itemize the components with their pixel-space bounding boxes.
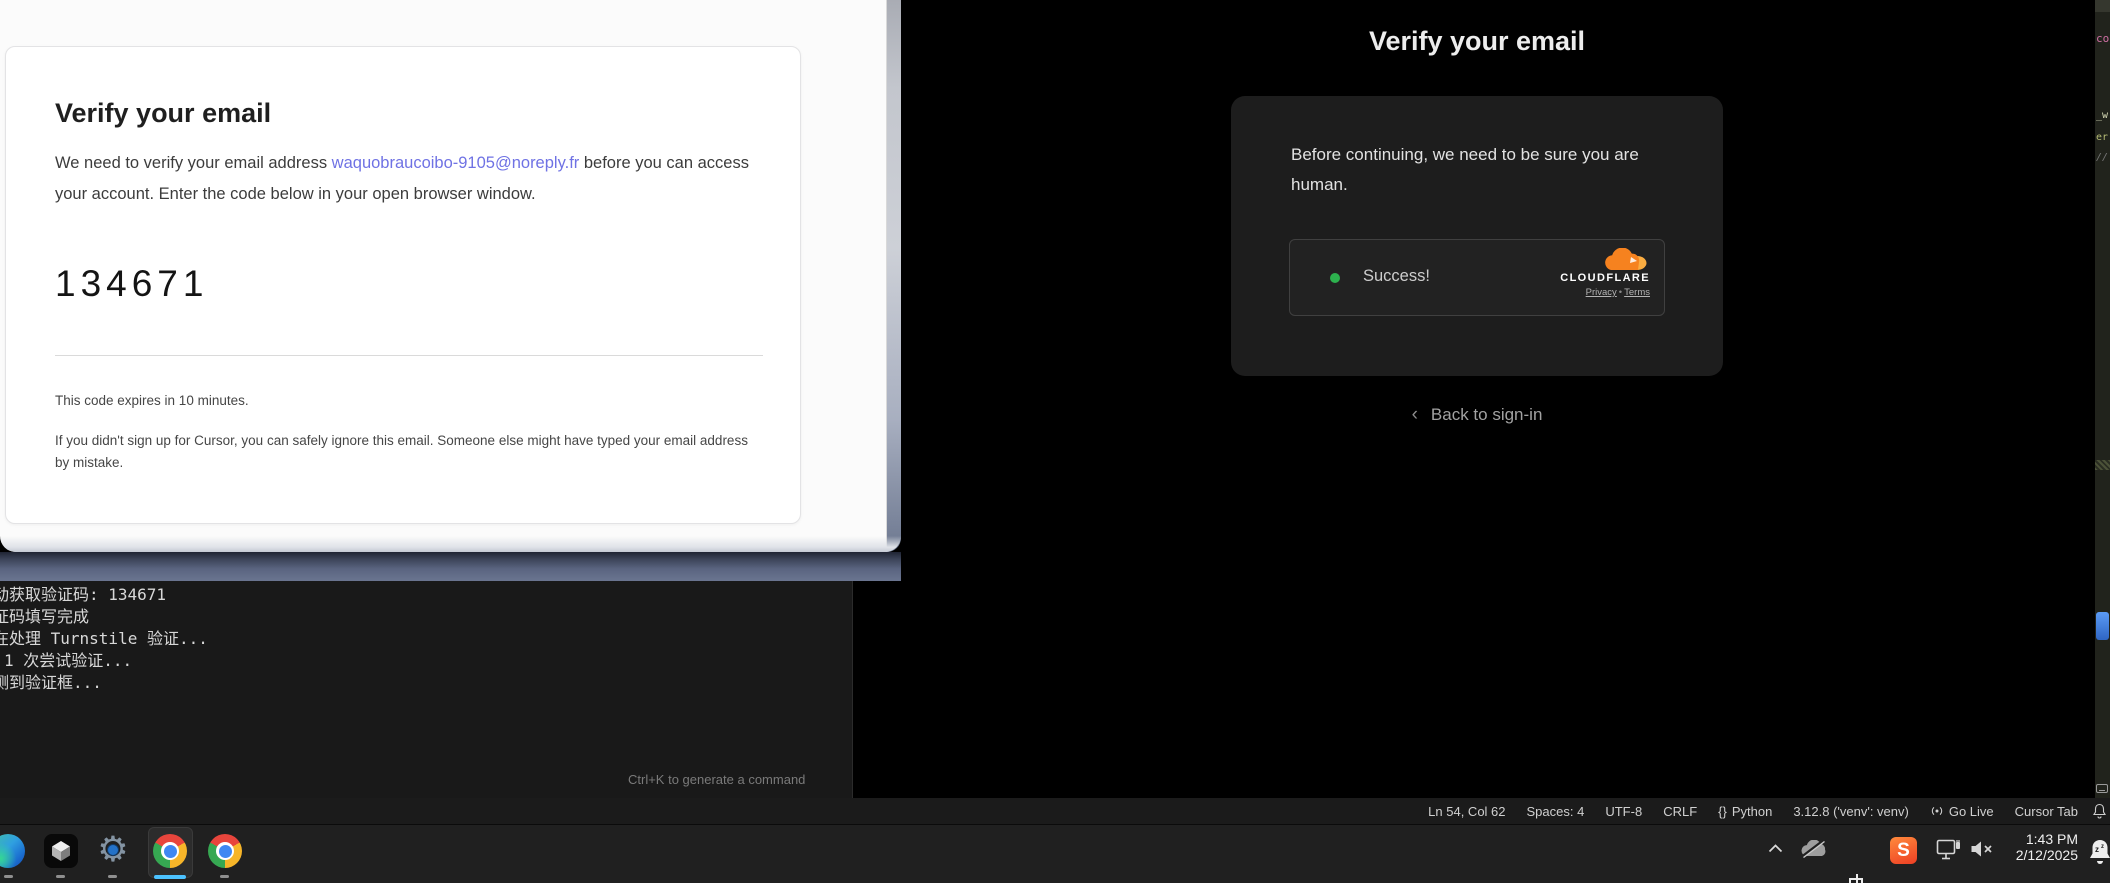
cloudflare-brand: CLOUDFLARE Privacy•Terms bbox=[1540, 248, 1650, 298]
minimap-mark bbox=[2095, 460, 2110, 470]
editor-sliver-top bbox=[2095, 0, 2110, 12]
terminal-line: 1 次尝试验证... bbox=[4, 650, 852, 672]
settings-gear-icon[interactable]: ⚙ bbox=[96, 833, 130, 867]
terminal-line: 测到验证框... bbox=[0, 672, 852, 694]
chevron-left-icon: ‹ bbox=[1412, 404, 1418, 425]
gear-center bbox=[107, 844, 119, 856]
terminal-line: 证码填写完成 bbox=[0, 606, 852, 628]
terminal-line: 动获取验证码: 134671 bbox=[0, 584, 852, 606]
blue-badge-icon bbox=[2096, 612, 2109, 640]
network-display-icon[interactable] bbox=[1936, 839, 1962, 861]
encoding-item[interactable]: UTF-8 bbox=[1605, 804, 1642, 819]
back-link-label: Back to sign-in bbox=[1431, 405, 1543, 424]
go-live-label: Go Live bbox=[1949, 804, 1994, 819]
cloudflare-turnstile-widget[interactable]: Success! CLOUDFLARE Privacy•Terms bbox=[1289, 239, 1665, 316]
keyboard-icon bbox=[2096, 784, 2108, 793]
hidden-icons-chevron[interactable] bbox=[1768, 844, 1783, 853]
indentation-item[interactable]: Spaces: 4 bbox=[1527, 804, 1585, 819]
broadcast-icon bbox=[1930, 804, 1944, 818]
language-label: Python bbox=[1732, 804, 1772, 819]
eol-item[interactable]: CRLF bbox=[1663, 804, 1697, 819]
chrome-icon[interactable] bbox=[153, 834, 187, 868]
code-fragment: co bbox=[2096, 32, 2109, 45]
cursor-app-icon[interactable] bbox=[44, 834, 78, 868]
clock-time: 1:43 PM bbox=[1992, 832, 2078, 848]
human-check-text: Before continuing, we need to be sure yo… bbox=[1291, 140, 1669, 200]
privacy-link[interactable]: Privacy bbox=[1586, 287, 1617, 298]
braces-icon: {} bbox=[1718, 804, 1727, 819]
cursor-cube-glyph bbox=[51, 840, 71, 862]
svg-text:z: z bbox=[2095, 845, 2099, 854]
cursor-position-item[interactable]: Ln 54, Col 62 bbox=[1428, 804, 1505, 819]
running-indicator bbox=[4, 875, 13, 878]
onedrive-offline-icon[interactable] bbox=[1799, 840, 1827, 858]
verify-page-title: Verify your email bbox=[1231, 26, 1723, 57]
email-preview-window: Verify your email We need to verify your… bbox=[0, 0, 901, 552]
scrollbar[interactable] bbox=[886, 0, 901, 552]
human-check-card: Before continuing, we need to be sure yo… bbox=[1231, 96, 1723, 376]
status-bar: Ln 54, Col 62 Spaces: 4 UTF-8 CRLF {} Py… bbox=[0, 798, 2110, 824]
email-title: Verify your email bbox=[55, 97, 271, 129]
svg-text:z: z bbox=[2101, 844, 2104, 850]
terminal-hint: Ctrl+K to generate a command bbox=[628, 772, 805, 787]
back-to-sign-in-link[interactable]: ‹ Back to sign-in bbox=[1231, 404, 1723, 426]
language-item[interactable]: {} Python bbox=[1718, 804, 1772, 819]
notifications-bell-icon[interactable] bbox=[2092, 803, 2107, 819]
interpreter-item[interactable]: 3.12.8 ('venv': venv) bbox=[1793, 804, 1909, 819]
running-indicator bbox=[220, 875, 229, 878]
edge-icon[interactable] bbox=[0, 834, 25, 868]
background-editor-sliver: co _w er // bbox=[2095, 0, 2110, 798]
cursor-tab-item[interactable]: Cursor Tab bbox=[2015, 804, 2078, 819]
terms-link[interactable]: Terms bbox=[1624, 287, 1650, 298]
volume-muted-icon[interactable] bbox=[1970, 840, 1994, 858]
email-body: We need to verify your email address waq… bbox=[55, 148, 767, 210]
divider bbox=[55, 355, 763, 356]
go-live-item[interactable]: Go Live bbox=[1930, 804, 1994, 819]
window-frame-band bbox=[0, 552, 901, 581]
ime-chinese-icon[interactable] bbox=[1847, 873, 1867, 883]
ime-bar bbox=[1856, 874, 1858, 883]
code-fragment: er bbox=[2096, 132, 2108, 143]
sogou-letter: S bbox=[1897, 840, 1910, 862]
code-expiry-note: This code expires in 10 minutes. bbox=[55, 393, 249, 408]
clock-date: 2/12/2025 bbox=[1992, 848, 2078, 864]
ignore-note: If you didn't sign up for Cursor, you ca… bbox=[55, 430, 755, 474]
running-indicator bbox=[108, 875, 117, 878]
notification-bell-sleep-icon[interactable]: z z bbox=[2086, 837, 2110, 867]
email-body-prefix: We need to verify your email address bbox=[55, 154, 332, 172]
terminal-panel[interactable]: 动获取验证码: 134671 证码填写完成 在处理 Turnstile 验证..… bbox=[0, 581, 853, 798]
clock[interactable]: 1:43 PM 2/12/2025 bbox=[1992, 832, 2078, 863]
running-indicator bbox=[56, 875, 65, 878]
verification-email-card: Verify your email We need to verify your… bbox=[5, 46, 801, 524]
desktop: Verify your email Before continuing, we … bbox=[0, 0, 2110, 883]
success-dot-icon bbox=[1330, 273, 1340, 283]
active-indicator bbox=[154, 875, 186, 879]
link-separator: • bbox=[1619, 287, 1622, 298]
email-address-link[interactable]: waquobraucoibo-9105@noreply.fr bbox=[332, 154, 580, 172]
code-fragment: _w bbox=[2096, 110, 2108, 121]
code-fragment: // bbox=[2096, 152, 2108, 163]
cloudflare-wordmark: CLOUDFLARE bbox=[1540, 272, 1650, 284]
verification-code: 134671 bbox=[55, 263, 208, 305]
chromium-icon[interactable] bbox=[208, 834, 242, 868]
sogou-input-icon[interactable]: S bbox=[1890, 837, 1917, 864]
terminal-line: 在处理 Turnstile 验证... bbox=[0, 628, 852, 650]
turnstile-status: Success! bbox=[1363, 267, 1430, 286]
taskbar: ⚙ S bbox=[0, 824, 2110, 883]
cloudflare-cloud-icon bbox=[1604, 248, 1648, 271]
